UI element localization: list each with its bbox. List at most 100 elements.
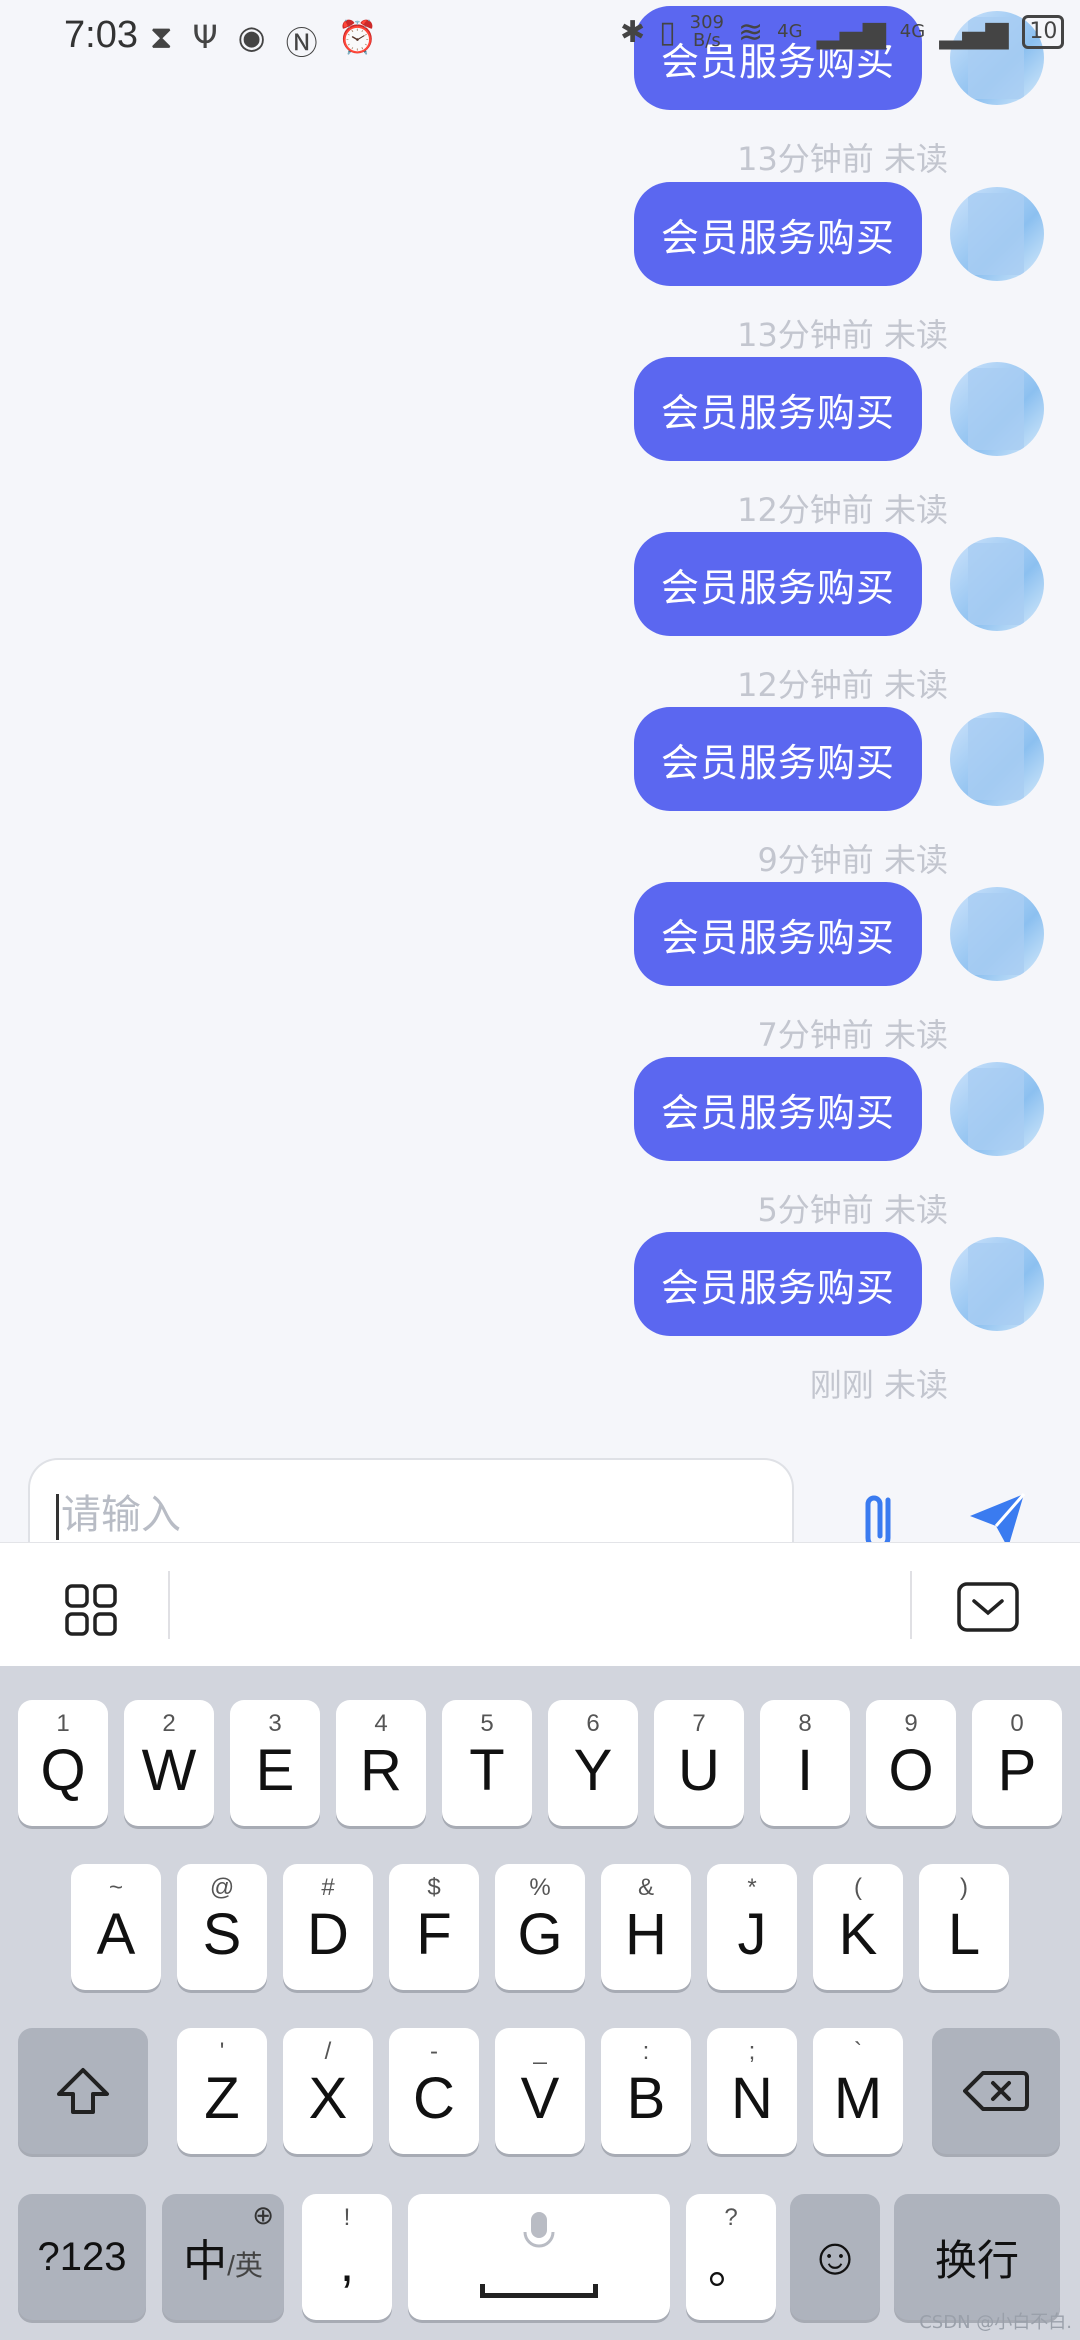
key-secondary-label: $ xyxy=(427,1874,441,1901)
key-secondary-label: 1 xyxy=(56,1710,70,1737)
key-label: I xyxy=(796,1737,814,1803)
key-l[interactable]: ) L xyxy=(919,1864,1009,1990)
keyboard-hide-icon[interactable] xyxy=(956,1581,1020,1633)
grid-menu-icon[interactable] xyxy=(64,1583,118,1637)
key-y[interactable]: 6Y xyxy=(548,1700,638,1826)
key-secondary-label: 6 xyxy=(586,1710,600,1737)
read-status: 未读 xyxy=(883,1366,948,1404)
key-label: U xyxy=(678,1737,720,1803)
key-x[interactable]: / X xyxy=(283,2028,373,2154)
message-bubble[interactable]: 会员服务购买 xyxy=(634,707,922,811)
key-z[interactable]: ' Z xyxy=(177,2028,267,2154)
key-label: A xyxy=(96,1901,136,1967)
key-label: W xyxy=(141,1737,197,1803)
key-g[interactable]: % G xyxy=(495,1864,585,1990)
enter-key[interactable]: 换行 xyxy=(894,2194,1060,2320)
key-c[interactable]: -C xyxy=(389,2028,479,2154)
key-o[interactable]: 9O xyxy=(866,1700,956,1826)
key-label: R xyxy=(360,1737,402,1803)
message-meta: 7分钟前 未读 xyxy=(757,1010,948,1056)
key-secondary-label: ; xyxy=(748,2038,756,2065)
avatar[interactable] xyxy=(950,362,1044,456)
vibrate-icon: ▯ xyxy=(659,14,676,50)
space-key[interactable] xyxy=(408,2194,670,2320)
key-p[interactable]: 0P xyxy=(972,1700,1062,1826)
key-label: N xyxy=(731,2065,773,2131)
message-time: 7分钟前 xyxy=(757,1016,874,1054)
language-switch-key[interactable]: ⊕ 中/英 xyxy=(162,2194,284,2320)
read-status: 未读 xyxy=(883,491,948,529)
key-s[interactable]: @ S xyxy=(177,1864,267,1990)
key-b[interactable]: :B xyxy=(601,2028,691,2154)
read-status: 未读 xyxy=(883,316,948,354)
status-left-icons: ⧗ Ψ ◉ Ⓝ ⏰ xyxy=(150,18,377,64)
period-key[interactable]: ? 。 xyxy=(686,2194,776,2320)
key-u[interactable]: 7U xyxy=(654,1700,744,1826)
backspace-key[interactable] xyxy=(932,2028,1060,2154)
message-bubble[interactable]: 会员服务购买 xyxy=(634,1057,922,1161)
bluetooth-icon: ✱ xyxy=(620,14,646,50)
key-label: Y xyxy=(573,1737,613,1803)
key-k[interactable]: (K xyxy=(813,1864,903,1990)
key-secondary-label: 5 xyxy=(480,1710,494,1737)
message-meta: 9分钟前 未读 xyxy=(757,835,948,881)
message-bubble[interactable]: 会员服务购买 xyxy=(634,882,922,986)
usb-icon: Ψ xyxy=(192,18,218,56)
avatar[interactable] xyxy=(950,1062,1044,1156)
nfc-icon: Ⓝ xyxy=(285,24,318,62)
key-secondary-label: ' xyxy=(219,2038,225,2065)
key-j[interactable]: * J xyxy=(707,1864,797,1990)
status-time: 7:03 xyxy=(64,14,138,56)
num-symbol-key[interactable]: ?123 xyxy=(18,2194,146,2320)
key-label: S xyxy=(202,1901,242,1967)
chat-message-list[interactable]: 会员服务购买 13分钟前 未读 会员服务购买 13分钟前 未读 会员服务购买 12分钟前 … xyxy=(0,0,1080,1412)
key-r[interactable]: 4R xyxy=(336,1700,426,1826)
key-secondary-label: ~ xyxy=(108,1874,123,1901)
key-secondary-label: ( xyxy=(854,1874,862,1901)
key-label: M xyxy=(833,2065,883,2131)
avatar[interactable] xyxy=(950,1237,1044,1331)
message-bubble[interactable]: 会员服务购买 xyxy=(634,357,922,461)
key-i[interactable]: 8I xyxy=(760,1700,850,1826)
key-d[interactable]: # D xyxy=(283,1864,373,1990)
key-secondary-label: 8 xyxy=(798,1710,812,1737)
key-f[interactable]: $ F xyxy=(389,1864,479,1990)
key-label: B xyxy=(626,2065,666,2131)
key-label: C xyxy=(413,2065,455,2131)
avatar[interactable] xyxy=(950,887,1044,981)
status-bar: 7:03 ⧗ Ψ ◉ Ⓝ ⏰ ✱ ▯ 309 B/s ≋ 4G ▂▄▆ 4G ▂▄… xyxy=(0,0,1080,76)
key-secondary-label: 0 xyxy=(1010,1710,1024,1737)
comma-key[interactable]: ! , xyxy=(302,2194,392,2320)
shift-key[interactable] xyxy=(18,2028,148,2154)
key-label: Q xyxy=(40,1737,86,1803)
key-w[interactable]: 2W xyxy=(124,1700,214,1826)
key-label: K xyxy=(838,1901,878,1967)
message-bubble[interactable]: 会员服务购买 xyxy=(634,182,922,286)
key-q[interactable]: 1Q xyxy=(18,1700,108,1826)
emoji-key[interactable]: ☺ xyxy=(790,2194,880,2320)
key-m[interactable]: ` M xyxy=(813,2028,903,2154)
key-v[interactable]: _ V xyxy=(495,2028,585,2154)
message-bubble[interactable]: 会员服务购买 xyxy=(634,1232,922,1336)
message-meta: 12分钟前 未读 xyxy=(737,660,948,706)
avatar[interactable] xyxy=(950,537,1044,631)
message-time: 刚刚 xyxy=(809,1366,874,1404)
message-bubble[interactable]: 会员服务购买 xyxy=(634,532,922,636)
key-h[interactable]: & H xyxy=(601,1864,691,1990)
key-n[interactable]: ; N xyxy=(707,2028,797,2154)
key-e[interactable]: 3E xyxy=(230,1700,320,1826)
read-status: 未读 xyxy=(883,841,948,879)
key-label: Z xyxy=(204,2065,240,2131)
avatar[interactable] xyxy=(950,712,1044,806)
meta-spacer xyxy=(874,140,884,178)
message-meta: 刚刚 未读 xyxy=(810,1360,948,1406)
key-secondary-label: * xyxy=(747,1874,757,1901)
message-meta: 12分钟前 未读 xyxy=(737,485,948,531)
avatar[interactable] xyxy=(950,187,1044,281)
toolbar-divider xyxy=(168,1571,170,1639)
key-a[interactable]: ~ A xyxy=(71,1864,161,1990)
soft-keyboard: ?123 ⊕ 中/英 ! , ? 。 ☺ 换行 CSDN @小白不白. 1Q2W… xyxy=(0,1666,1080,2340)
status-right-icons: ✱ ▯ 309 B/s ≋ 4G ▂▄▆ 4G ▂▄▆ 10 xyxy=(620,14,1065,50)
key-t[interactable]: 5T xyxy=(442,1700,532,1826)
wifi-icon: ≋ xyxy=(738,14,764,50)
